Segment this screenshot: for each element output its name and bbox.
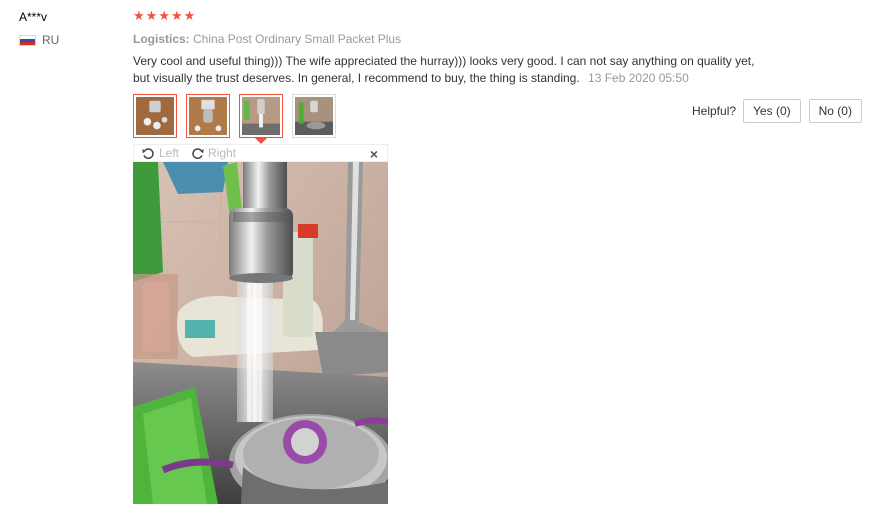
helpful-yes-button[interactable]: Yes (0) — [743, 99, 801, 123]
russia-flag-icon — [19, 34, 36, 46]
star-icon: ★ — [133, 9, 145, 24]
logistics-label: Logistics: — [133, 32, 190, 46]
star-icon: ★ — [170, 9, 183, 24]
thumbnail-image — [295, 97, 333, 135]
logistics-info: Logistics: China Post Ordinary Small Pac… — [133, 32, 401, 46]
review-thumbnail[interactable] — [133, 94, 177, 138]
rotate-right-label: Right — [208, 146, 237, 160]
review-photo — [133, 162, 388, 504]
star-icon: ★ — [145, 9, 158, 24]
review-thumbnails — [133, 94, 336, 144]
thumbnail-image — [189, 97, 227, 135]
rotate-right-button[interactable]: Right — [191, 146, 236, 160]
helpful-label: Helpful? — [692, 104, 737, 118]
country-code: RU — [42, 33, 60, 47]
star-icon: ★ — [183, 9, 196, 24]
helpful-section: Helpful? Yes (0) No (0) — [692, 99, 862, 123]
star-rating: ★ ★ ★ ★ ★ — [133, 10, 195, 24]
review-thumbnail-selected[interactable] — [239, 94, 283, 144]
rotate-left-button[interactable]: Left — [142, 146, 179, 160]
thumbnail-image — [136, 97, 174, 135]
viewer-toolbar: Left Right × — [133, 144, 388, 162]
review-thumbnail[interactable] — [186, 94, 230, 138]
rotate-left-icon — [142, 147, 154, 159]
logistics-value: China Post Ordinary Small Packet Plus — [193, 32, 402, 46]
thumbnail-image — [242, 97, 280, 135]
reviewer-country: RU — [19, 33, 59, 47]
helpful-no-button[interactable]: No (0) — [808, 99, 862, 123]
rotate-right-icon — [192, 147, 204, 159]
star-icon: ★ — [158, 9, 170, 24]
reviewer-name: A***v — [19, 10, 48, 24]
rotate-left-label: Left — [159, 146, 180, 160]
review-body: Very cool and useful thing))) The wife a… — [133, 53, 763, 87]
close-viewer-button[interactable]: × — [370, 146, 378, 162]
review-thumbnail[interactable] — [292, 94, 336, 138]
review-date: 13 Feb 2020 05:50 — [588, 71, 689, 85]
image-viewer: Left Right × — [133, 144, 388, 504]
